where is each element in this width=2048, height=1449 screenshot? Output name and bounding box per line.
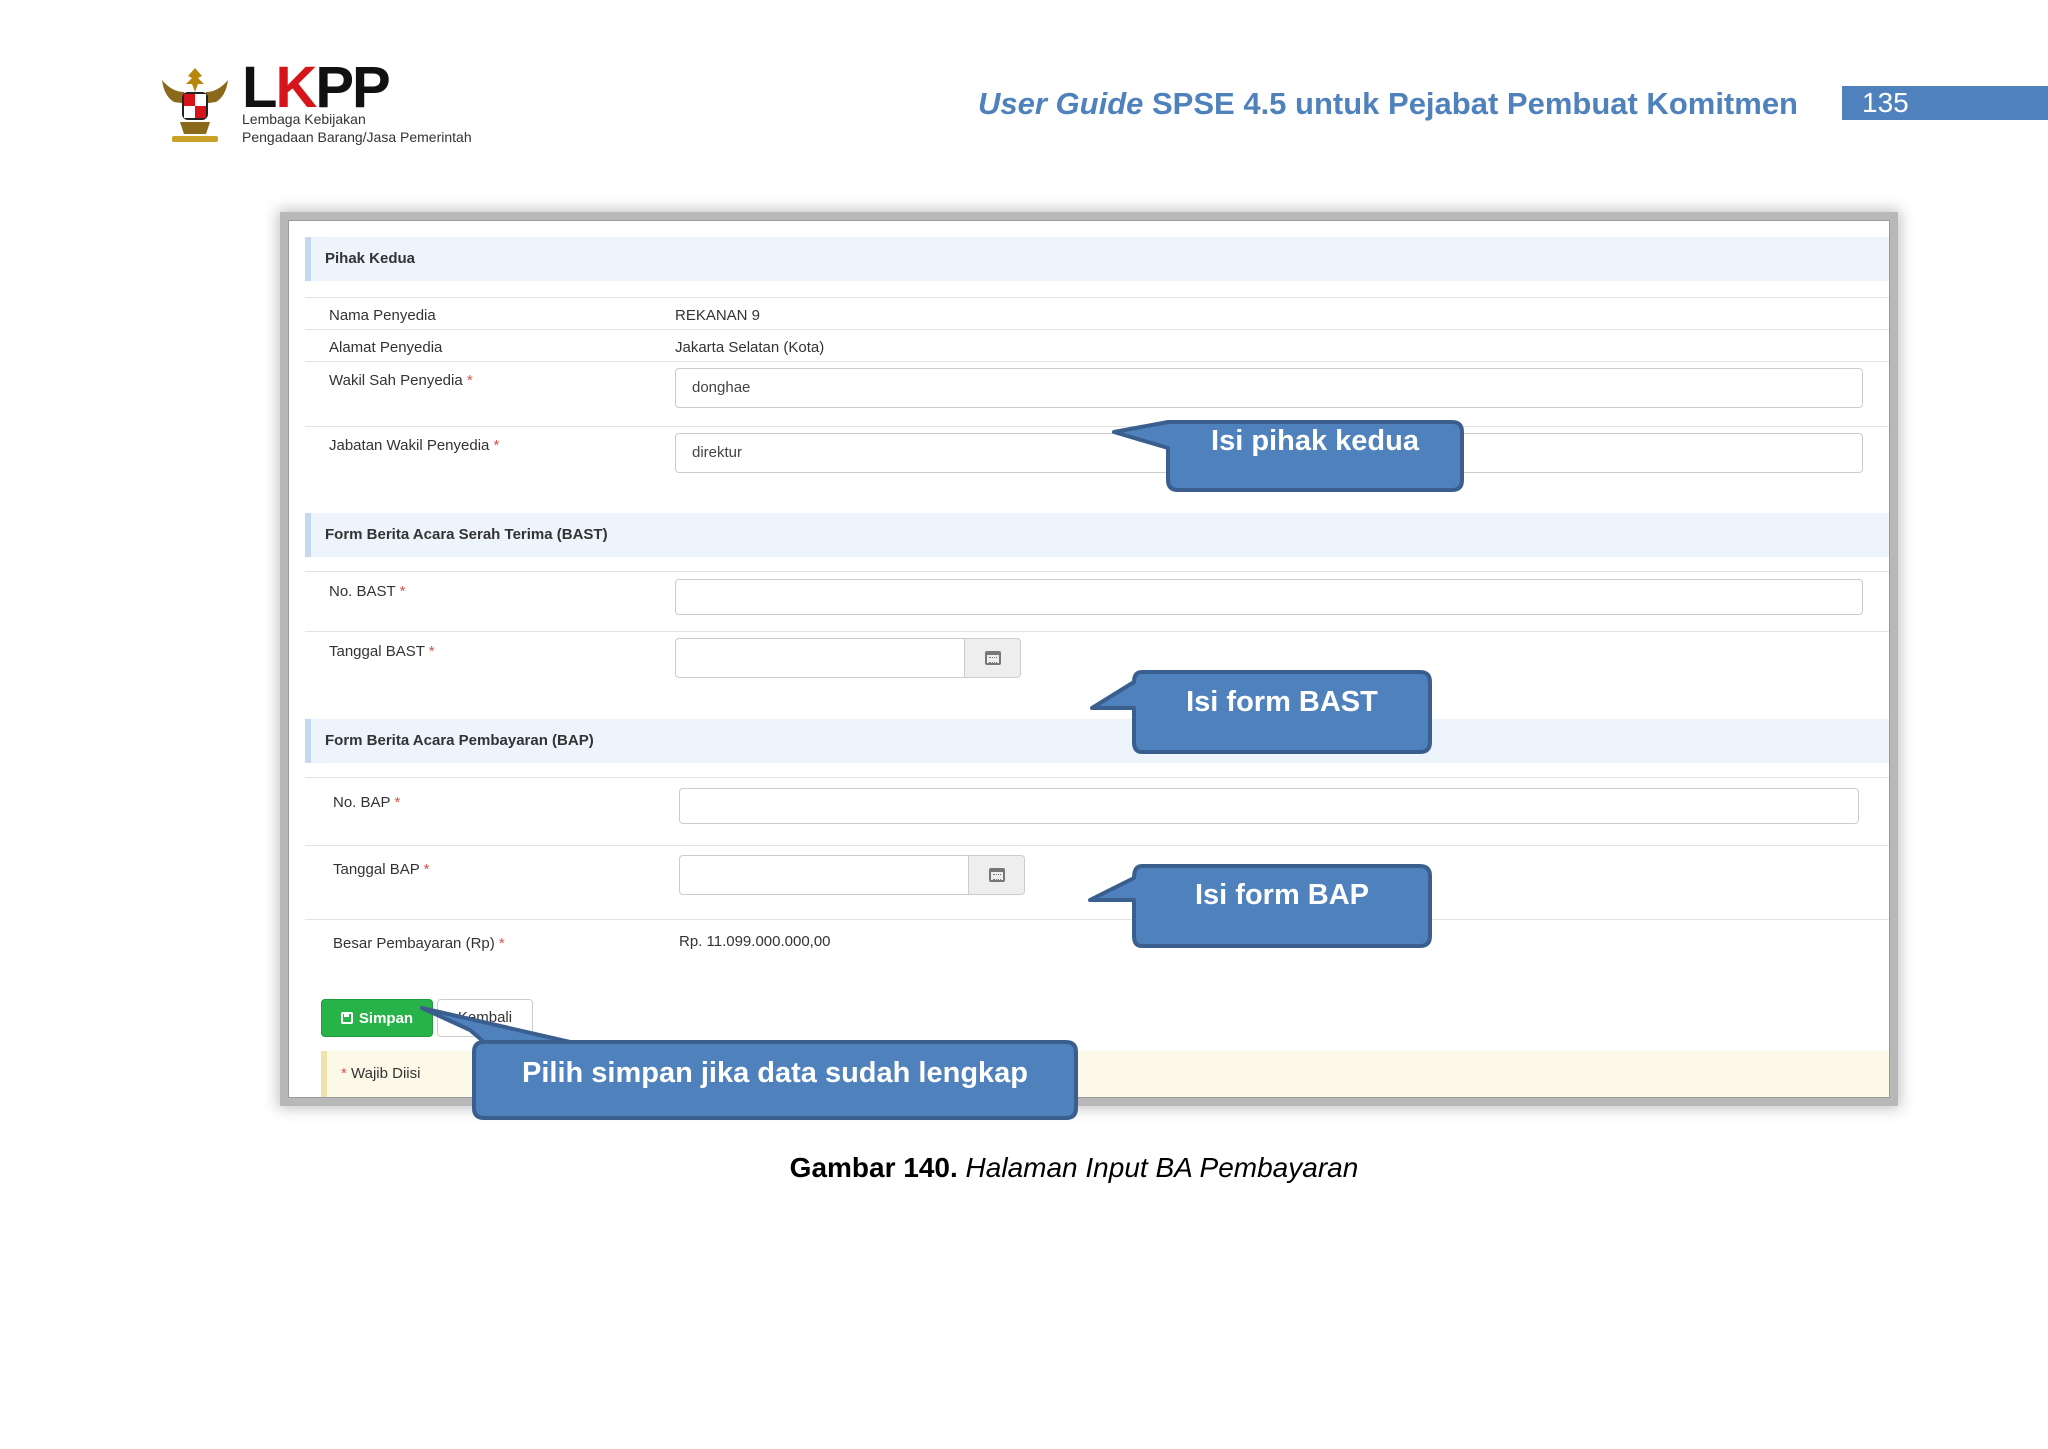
tanggal-bast-label: Tanggal BAST * <box>329 643 435 660</box>
alamat-penyedia-value: Jakarta Selatan (Kota) <box>675 339 825 356</box>
logo-subtitle: Lembaga Kebijakan Pengadaan Barang/Jasa … <box>242 111 472 145</box>
divider <box>305 919 1889 920</box>
callout-pihak-kedua-text: Isi pihak kedua <box>1211 425 1419 457</box>
divider <box>305 777 1889 778</box>
divider <box>305 329 1889 330</box>
divider <box>305 845 1889 846</box>
nama-penyedia-value: REKANAN 9 <box>675 307 761 324</box>
divider <box>305 297 1889 298</box>
figure-caption: Gambar 140. Halaman Input BA Pembayaran <box>789 1152 1359 1183</box>
lkpp-logo: LKPP Lembaga Kebijakan Pengadaan Barang/… <box>158 55 538 150</box>
divider <box>305 426 1889 427</box>
garuda-emblem-icon <box>162 68 228 142</box>
divider <box>305 361 1889 362</box>
tanggal-bast-calendar-button[interactable] <box>964 638 1021 678</box>
no-bast-input[interactable] <box>675 579 1863 615</box>
besar-pembayaran-label: Besar Pembayaran (Rp) * <box>333 935 505 952</box>
wakil-sah-penyedia-label: Wakil Sah Penyedia * <box>329 372 473 389</box>
tanggal-bast-input[interactable] <box>675 638 965 678</box>
save-icon <box>340 1012 353 1024</box>
callout-bast-text: Isi form BAST <box>1186 686 1378 718</box>
document-title: User Guide SPSE 4.5 untuk Pejabat Pembua… <box>978 86 1798 121</box>
no-bap-label: No. BAP * <box>333 794 401 811</box>
jabatan-wakil-penyedia-label: Jabatan Wakil Penyedia * <box>329 437 500 454</box>
page-number: 135 <box>1842 86 2048 120</box>
tanggal-bap-datepicker <box>679 855 1025 895</box>
tanggal-bap-label: Tanggal BAP * <box>333 861 430 878</box>
tanggal-bap-calendar-button[interactable] <box>968 855 1025 895</box>
nama-penyedia-label: Nama Penyedia <box>329 307 436 324</box>
screenshot-frame: Pihak Kedua Nama Penyedia REKANAN 9 Alam… <box>288 220 1890 1098</box>
alamat-penyedia-label: Alamat Penyedia <box>329 339 443 356</box>
callout-simpan-text: Pilih simpan jika data sudah lengkap <box>521 1057 1029 1089</box>
kembali-button[interactable]: Kembali <box>437 999 533 1037</box>
simpan-button[interactable]: Simpan <box>321 999 433 1037</box>
section-heading-bap: Form Berita Acara Pembayaran (BAP) <box>305 719 1889 763</box>
no-bap-input[interactable] <box>679 788 1859 824</box>
divider <box>305 631 1889 632</box>
tanggal-bap-input[interactable] <box>679 855 969 895</box>
section-heading-bast: Form Berita Acara Serah Terima (BAST) <box>305 513 1889 557</box>
calendar-icon <box>988 868 1005 882</box>
logo-wordmark: LKPP <box>242 55 391 120</box>
besar-pembayaran-value: Rp. 11.099.000.000,00 <box>679 933 831 950</box>
tanggal-bast-datepicker <box>675 638 1021 678</box>
section-heading-pihak-kedua: Pihak Kedua <box>305 237 1889 281</box>
simpan-button-label: Simpan <box>358 1009 414 1027</box>
divider <box>305 571 1889 572</box>
no-bast-label: No. BAST * <box>329 583 406 600</box>
form-content: Pihak Kedua Nama Penyedia REKANAN 9 Alam… <box>305 233 1889 1097</box>
calendar-icon <box>984 651 1001 665</box>
wakil-sah-penyedia-input[interactable]: donghae <box>675 368 1863 408</box>
callout-bap-text: Isi form BAP <box>1194 879 1370 911</box>
